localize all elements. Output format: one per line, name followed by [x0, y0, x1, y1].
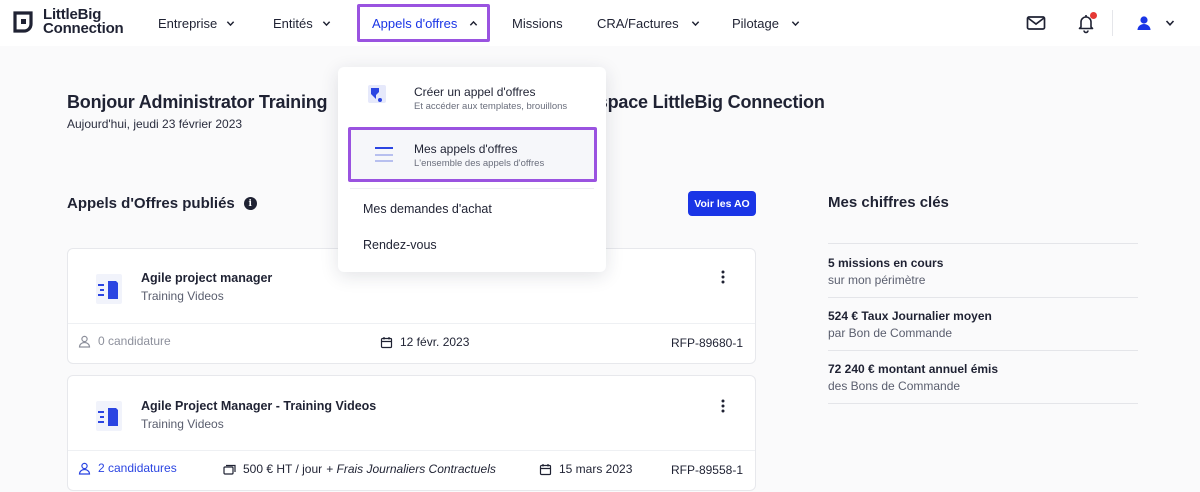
candidatures-label: 0 candidature — [98, 334, 171, 348]
create-tender-icon — [368, 85, 386, 103]
top-navigation: LittleBig Connection Entreprise Entités … — [0, 0, 1200, 46]
nav-entreprise[interactable]: Entreprise — [158, 0, 235, 46]
card-title[interactable]: Agile Project Manager - Training Videos — [141, 399, 376, 413]
person-icon — [78, 462, 91, 475]
divider — [828, 243, 1138, 244]
menu-item-subtitle: L'ensemble des appels d'offres — [414, 158, 545, 169]
card-title[interactable]: Agile project manager — [141, 271, 272, 285]
kpi-title: Mes chiffres clés — [828, 194, 949, 211]
greeting-title-end: espace LittleBig Connection — [588, 92, 825, 112]
daily-rate-note: + Frais Journaliers Contractuels — [326, 462, 496, 476]
document-icon — [96, 274, 122, 304]
menu-item-title: Créer un appel d'offres — [414, 85, 536, 99]
reference-number: RFP-89680-1 — [670, 336, 743, 350]
more-options-icon[interactable] — [719, 399, 727, 413]
kpi-missions-sub: sur mon périmètre — [828, 273, 926, 287]
kpi-missions: 5 missions en cours — [828, 256, 944, 270]
brand-line-2: Connection — [43, 20, 124, 37]
money-icon — [223, 464, 236, 475]
person-icon — [78, 335, 91, 348]
list-icon — [375, 147, 393, 162]
nav-entites[interactable]: Entités — [273, 0, 331, 46]
card-subtitle: Training Videos — [141, 289, 224, 303]
kpi-tjm: 524 € Taux Journalier moyen — [828, 309, 992, 323]
calendar-icon — [380, 336, 393, 348]
brand-name: LittleBig Connection — [43, 7, 124, 37]
chevron-down-icon — [322, 20, 330, 26]
menu-item-mes-ao[interactable]: Mes appels d'offres L'ensemble des appel… — [348, 127, 597, 182]
daily-rate-value: 500 € HT / jour — [243, 462, 323, 476]
card-subtitle: Training Videos — [141, 417, 224, 431]
info-icon[interactable]: i — [243, 197, 257, 210]
mail-icon[interactable] — [1025, 12, 1047, 34]
deadline-date: 15 mars 2023 — [539, 462, 632, 476]
chevron-down-icon — [691, 20, 699, 26]
kpi-tjm-sub: par Bon de Commande — [828, 326, 953, 340]
notification-badge — [1090, 12, 1097, 19]
chevron-down-icon — [791, 20, 800, 26]
deadline-date: 12 févr. 2023 — [380, 335, 469, 349]
section-title-text: Appels d'Offres publiés — [67, 195, 235, 212]
daily-rate: 500 € HT / jour + Frais Journaliers Cont… — [223, 462, 496, 476]
logo-mark-icon — [13, 11, 33, 33]
deadline-label: 12 févr. 2023 — [400, 335, 470, 349]
candidatures-count[interactable]: 0 candidature — [78, 334, 171, 348]
divider — [828, 297, 1138, 298]
nav-missions-label: Missions — [512, 15, 563, 31]
kpi-montant: 72 240 € montant annuel émis — [828, 362, 999, 376]
nav-active-highlight — [357, 4, 490, 42]
deadline-label: 15 mars 2023 — [559, 462, 633, 476]
tender-card[interactable]: Agile Project Manager - Training Videos … — [67, 375, 756, 491]
chevron-down-icon — [227, 20, 235, 26]
menu-item-title: Mes appels d'offres — [414, 142, 518, 156]
nav-cra-factures[interactable]: CRA/Factures — [597, 0, 700, 46]
menu-divider — [350, 188, 594, 189]
card-divider — [68, 323, 755, 324]
card-divider — [68, 450, 755, 451]
reference-number: RFP-89558-1 — [670, 463, 743, 477]
candidatures-label: 2 candidatures — [98, 461, 177, 475]
calendar-icon — [539, 463, 552, 475]
user-icon[interactable] — [1133, 12, 1155, 34]
menu-item-creer-ao[interactable]: Créer un appel d'offres Et accéder aux t… — [338, 67, 606, 127]
brand-logo[interactable]: LittleBig Connection — [12, 7, 124, 37]
divider — [828, 350, 1138, 351]
menu-item-demandes-achat[interactable]: Mes demandes d'achat — [363, 202, 492, 216]
nav-cra-factures-label: CRA/Factures — [597, 15, 679, 31]
menu-item-rendez-vous[interactable]: Rendez-vous — [363, 238, 437, 252]
more-options-icon[interactable] — [719, 270, 727, 284]
kpi-montant-sub: des Bons de Commande — [828, 379, 961, 393]
nav-pilotage-label: Pilotage — [732, 15, 779, 31]
voir-les-ao-button[interactable]: Voir les AO — [688, 191, 756, 216]
nav-missions[interactable]: Missions — [512, 0, 563, 46]
section-title: Appels d'Offres publiés i — [67, 195, 257, 212]
candidatures-count[interactable]: 2 candidatures — [78, 461, 177, 475]
document-icon — [96, 401, 122, 431]
nav-entreprise-label: Entreprise — [158, 15, 218, 31]
nav-pilotage[interactable]: Pilotage — [732, 0, 800, 46]
chevron-down-icon[interactable] — [1165, 18, 1175, 28]
menu-item-subtitle: Et accéder aux templates, brouillons — [414, 101, 568, 112]
divider — [828, 403, 1138, 404]
greeting-title: Bonjour Administrator Training — [67, 92, 328, 112]
nav-entites-label: Entités — [273, 15, 313, 31]
divider — [1112, 10, 1113, 36]
current-date: Aujourd'hui, jeudi 23 février 2023 — [67, 117, 243, 131]
